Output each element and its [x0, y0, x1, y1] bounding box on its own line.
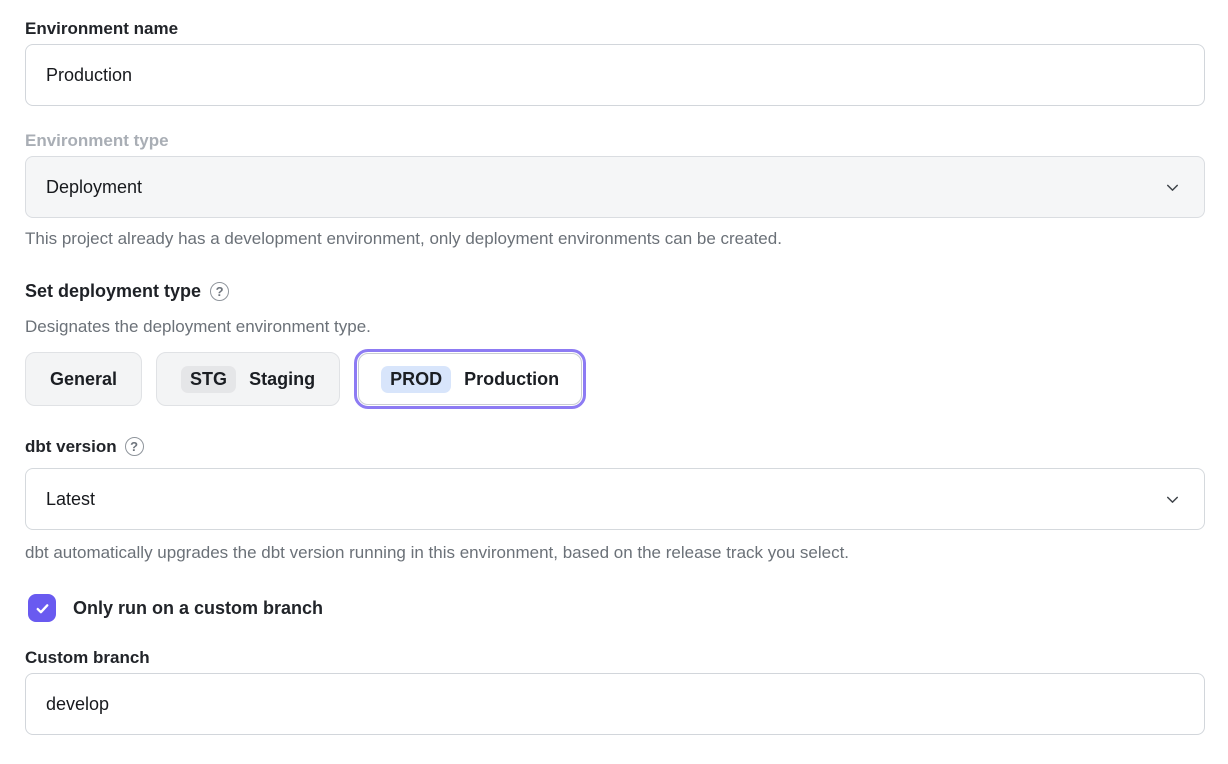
environment-type-helper: This project already has a development e… [25, 229, 1205, 249]
deployment-type-staging-label: Staging [249, 369, 315, 390]
dbt-version-label-text: dbt version [25, 436, 117, 457]
environment-type-label: Environment type [25, 130, 1205, 151]
environment-type-select[interactable]: Deployment [25, 156, 1205, 218]
production-badge: PROD [381, 366, 451, 393]
dbt-version-helper: dbt automatically upgrades the dbt versi… [25, 543, 1205, 563]
deployment-type-general-button[interactable]: General [25, 352, 142, 406]
deployment-type-heading-text: Set deployment type [25, 281, 201, 302]
deployment-type-heading: Set deployment type ? [25, 281, 1205, 302]
custom-branch-checkbox[interactable] [28, 594, 56, 622]
custom-branch-toggle-row: Only run on a custom branch [28, 594, 1205, 622]
dbt-version-label: dbt version ? [25, 436, 1205, 457]
chevron-down-icon [1164, 491, 1181, 508]
help-icon[interactable]: ? [125, 437, 144, 456]
deployment-type-options: General STG Staging PROD Production [25, 349, 1205, 409]
dbt-version-value: Latest [46, 489, 95, 510]
staging-badge: STG [181, 366, 236, 393]
environment-name-label: Environment name [25, 18, 1205, 39]
chevron-down-icon [1164, 179, 1181, 196]
environment-type-value: Deployment [46, 177, 142, 198]
deployment-type-production-selected-ring: PROD Production [354, 349, 586, 409]
custom-branch-input[interactable] [25, 673, 1205, 735]
environment-name-input[interactable] [25, 44, 1205, 106]
check-icon [34, 600, 51, 617]
deployment-type-production-label: Production [464, 369, 559, 390]
deployment-type-general-label: General [50, 369, 117, 390]
custom-branch-label: Custom branch [25, 647, 1205, 668]
dbt-version-select[interactable]: Latest [25, 468, 1205, 530]
deployment-type-staging-button[interactable]: STG Staging [156, 352, 340, 406]
help-icon[interactable]: ? [210, 282, 229, 301]
deployment-type-helper: Designates the deployment environment ty… [25, 317, 1205, 337]
deployment-type-production-button[interactable]: PROD Production [358, 353, 582, 405]
custom-branch-toggle-label: Only run on a custom branch [73, 598, 323, 619]
environment-settings-form: Environment name Environment type Deploy… [0, 0, 1228, 764]
